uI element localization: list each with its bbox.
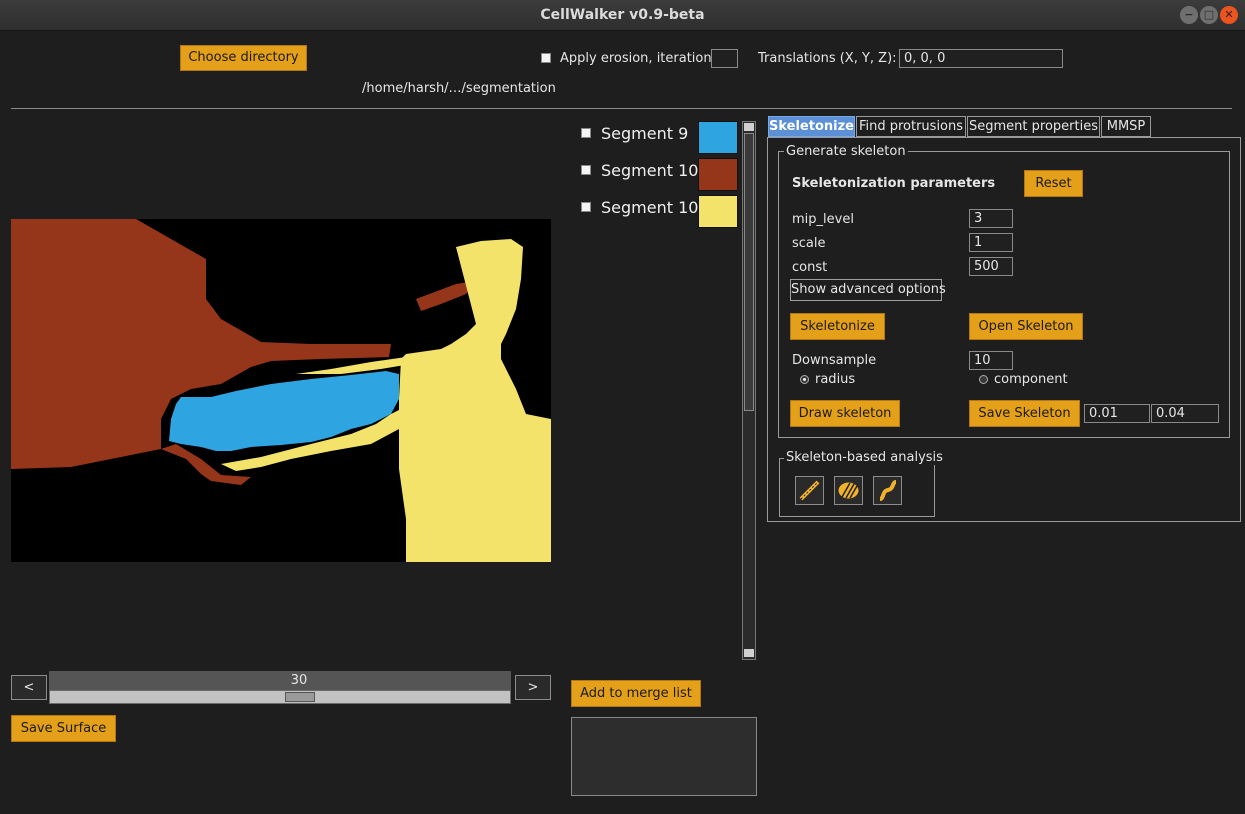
slice-value: 30 [290,673,308,688]
param-const-input[interactable]: 500 [969,257,1013,276]
segment-105-swatch[interactable] [698,158,738,191]
skeletonization-parameters-title: Skeletonization parameters [792,176,996,191]
draw-skeleton-button[interactable]: Draw skeleton [790,400,900,427]
ruler-icon[interactable] [795,476,824,505]
segment-105-label: Segment 105 [601,161,709,180]
translations-label: Translations (X, Y, Z): [758,51,897,66]
merge-list[interactable] [571,717,757,796]
segmentation-view[interactable] [11,219,551,562]
radius-radio[interactable] [800,375,809,384]
segment-106-swatch[interactable] [698,195,738,228]
scroll-up-arrow-icon[interactable] [744,123,754,131]
maximize-button[interactable]: □ [1200,6,1218,24]
tab-skeletonize[interactable]: Skeletonize [768,116,855,137]
curve-icon[interactable] [873,476,902,505]
component-radio-label: component [994,372,1068,387]
next-slice-button[interactable]: > [515,675,551,700]
param-mip-level-label: mip_level [792,212,854,227]
radius-radio-label: radius [815,372,856,387]
segment-9-label: Segment 9 [601,124,689,143]
segment-9-swatch[interactable] [698,121,738,154]
segment-106-checkbox[interactable] [581,202,591,212]
tab-segment-properties[interactable]: Segment properties [967,116,1100,137]
segment-105-checkbox[interactable] [581,165,591,175]
erosion-iterations-input[interactable] [711,49,738,68]
choose-directory-button[interactable]: Choose directory [180,45,307,71]
translations-input[interactable]: 0, 0, 0 [899,49,1063,68]
scrollbar-thumb[interactable] [744,133,754,411]
param-const-label: const [792,260,828,275]
save-surface-button[interactable]: Save Surface [11,715,116,742]
segment-9-checkbox[interactable] [581,128,591,138]
segment-106-label: Segment 106 [601,198,709,217]
directory-path: /home/harsh/…/segmentation [362,81,556,96]
striped-disc-icon[interactable] [834,476,863,505]
previous-slice-button[interactable]: < [11,675,47,700]
apply-erosion-checkbox[interactable] [541,53,551,63]
value-a-input[interactable]: 0.01 [1084,404,1150,423]
generate-skeleton-title: Generate skeleton [784,144,908,159]
add-to-merge-list-button[interactable]: Add to merge list [571,680,701,707]
downsample-input[interactable]: 10 [969,351,1013,370]
value-b-input[interactable]: 0.04 [1151,404,1219,423]
downsample-label: Downsample [792,353,877,368]
slice-slider-handle[interactable] [285,692,315,702]
close-button[interactable]: ✕ [1220,6,1238,24]
param-scale-input[interactable]: 1 [969,233,1013,252]
tab-find-protrusions[interactable]: Find protrusions [856,116,966,137]
param-mip-level-input[interactable]: 3 [969,209,1013,228]
save-skeleton-button[interactable]: Save Skeleton [969,400,1080,427]
param-scale-label: scale [792,236,826,251]
reset-button[interactable]: Reset [1024,170,1083,197]
open-skeleton-button[interactable]: Open Skeleton [969,313,1083,340]
component-radio[interactable] [979,375,988,384]
apply-erosion-label: Apply erosion, iterations: [560,51,723,66]
window-title: CellWalker v0.9-beta [540,7,705,23]
tab-mmsp[interactable]: MMSP [1101,116,1151,137]
skeleton-analysis-title: Skeleton-based analysis [784,450,945,465]
show-advanced-options-button[interactable]: Show advanced options [790,279,946,301]
minimize-button[interactable]: − [1180,6,1198,24]
top-divider [11,108,1232,109]
skeletonize-button[interactable]: Skeletonize [790,313,885,340]
slice-slider-track[interactable] [49,690,511,704]
scroll-down-arrow-icon[interactable] [744,649,754,657]
